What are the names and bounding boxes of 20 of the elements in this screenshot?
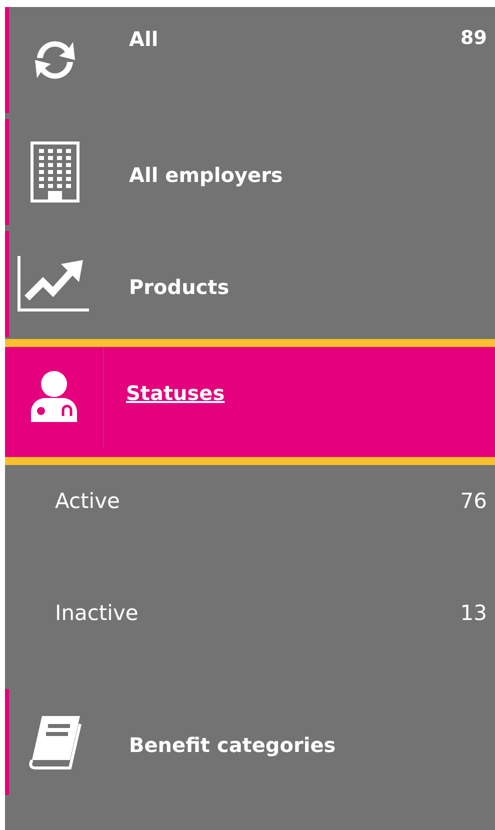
doctor-icon	[29, 370, 79, 424]
category-label: All	[129, 27, 158, 51]
item-count: 89	[460, 27, 487, 49]
item-count: 76	[460, 489, 487, 513]
category-item[interactable]: All employers	[5, 119, 495, 225]
book-icon	[26, 714, 84, 770]
category-label: Products	[129, 275, 230, 299]
status-label: Active	[55, 489, 120, 513]
status-item[interactable]: Inactive 13	[5, 577, 495, 689]
trend-chart-icon	[17, 256, 89, 312]
building-icon	[30, 141, 80, 203]
category-label: All employers	[129, 163, 283, 187]
category-item[interactable]: Statuses	[5, 339, 495, 465]
category-label: Benefit categories	[129, 733, 336, 757]
category-item[interactable]: All 89	[5, 7, 495, 113]
category-label: Statuses	[126, 381, 225, 405]
item-count: 13	[460, 601, 487, 625]
status-item[interactable]: Active 76	[5, 465, 495, 577]
category-item[interactable]: Benefit categories	[5, 689, 495, 795]
status-label: Inactive	[55, 601, 138, 625]
